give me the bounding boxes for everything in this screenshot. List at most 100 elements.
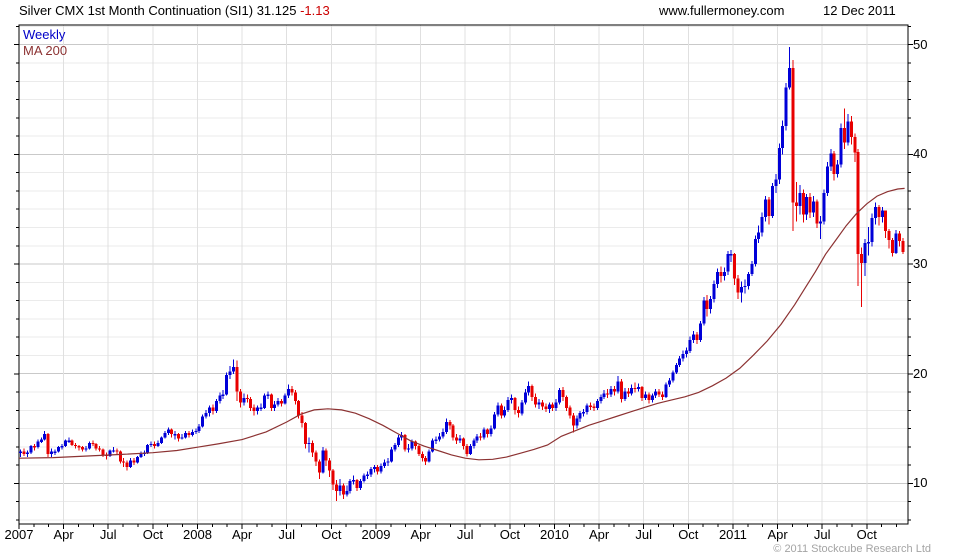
x-axis-label: 2007 — [4, 527, 34, 542]
x-axis-label: Jul — [99, 527, 117, 542]
candle-body — [91, 442, 95, 444]
candle-body — [877, 207, 881, 217]
candle-body — [311, 442, 314, 453]
candle-body — [482, 429, 486, 438]
candle-body — [527, 385, 531, 393]
candle-body — [424, 458, 428, 462]
candle-body — [317, 461, 321, 473]
x-axis-label: Jul — [456, 527, 474, 542]
candle-body — [269, 394, 273, 408]
candle-body — [352, 480, 356, 482]
candle-body — [760, 216, 764, 233]
candle-body — [554, 402, 558, 408]
candle-body — [530, 385, 534, 397]
x-axis-label: Apr — [767, 527, 788, 542]
candle-body — [115, 450, 119, 452]
candle-body — [125, 462, 129, 467]
candle-body — [393, 445, 397, 450]
candle-body — [496, 405, 500, 415]
candle-body — [184, 433, 187, 438]
candle-body — [839, 128, 843, 165]
x-axis-label: Apr — [588, 527, 610, 542]
y-axis-label: 20 — [913, 365, 928, 381]
candle-body — [774, 179, 778, 187]
candle-body — [132, 460, 136, 463]
candle-body — [757, 232, 761, 239]
candle-body — [740, 287, 743, 293]
candle-body — [84, 448, 88, 450]
candle-body — [187, 433, 191, 436]
candle-body — [39, 439, 43, 442]
candle-body — [170, 429, 174, 435]
candle-body — [43, 434, 47, 440]
candle-body — [177, 434, 181, 439]
candle-body — [362, 475, 366, 482]
copyright-label: © 2011 Stockcube Research Ltd — [773, 543, 931, 555]
candle-body — [50, 451, 54, 454]
candle-body — [328, 460, 332, 471]
candle-body — [314, 452, 318, 462]
candle-body — [860, 254, 864, 263]
candle-body — [57, 447, 60, 452]
candle-body — [472, 440, 476, 447]
x-axis-label: Oct — [321, 527, 342, 542]
candle-body — [692, 334, 695, 340]
x-axis-label: Oct — [142, 527, 163, 542]
candle-body — [726, 254, 730, 272]
candle-body — [173, 434, 177, 436]
candle-body — [798, 192, 802, 206]
candle-body — [232, 367, 235, 372]
candle-body — [338, 485, 342, 492]
candle-body — [32, 446, 36, 448]
candle-body — [156, 442, 160, 447]
candle-body — [547, 404, 551, 409]
candle-body — [698, 323, 702, 340]
candle-body — [764, 199, 768, 217]
candle-body — [585, 405, 589, 413]
candle-body — [613, 389, 616, 392]
candle-body — [609, 389, 613, 395]
candle-body — [812, 201, 816, 213]
candle-body — [396, 437, 400, 446]
candle-body — [208, 407, 211, 414]
candle-body — [616, 381, 620, 392]
candle-body — [235, 367, 239, 392]
candle-body — [891, 240, 895, 254]
candle-body — [29, 446, 33, 453]
candle-body — [293, 392, 297, 402]
candle-body — [702, 300, 706, 324]
candle-body — [74, 445, 78, 447]
candle-body — [273, 404, 277, 408]
candle-body — [791, 67, 795, 203]
candle-body — [870, 218, 874, 243]
candle-body — [499, 405, 503, 416]
candle-body — [60, 446, 64, 448]
candle-body — [884, 210, 888, 232]
candle-body — [753, 238, 757, 265]
candle-body — [640, 386, 644, 398]
candle-body — [468, 446, 472, 454]
candle-body — [376, 467, 380, 472]
candle-body — [441, 431, 445, 437]
candle-body — [290, 389, 294, 393]
candle-body — [407, 448, 411, 450]
candle-body — [70, 440, 74, 446]
candle-body — [479, 436, 483, 438]
candle-body — [386, 461, 390, 463]
candle-body — [81, 447, 84, 450]
candle-body — [451, 425, 455, 438]
price-chart-svg — [14, 24, 913, 529]
x-axis-label: Apr — [53, 527, 74, 542]
candle-body — [462, 438, 465, 447]
candle-body — [190, 431, 194, 436]
candle-body — [135, 457, 139, 463]
candle-body — [537, 402, 541, 405]
candle-body — [211, 407, 215, 411]
x-axis-label: 2009 — [361, 527, 391, 542]
candle-body — [280, 401, 284, 404]
candle-body — [578, 413, 582, 419]
candle-body — [685, 350, 689, 354]
candle-body — [516, 409, 520, 414]
candle-body — [242, 397, 246, 403]
candle-body — [486, 429, 489, 435]
